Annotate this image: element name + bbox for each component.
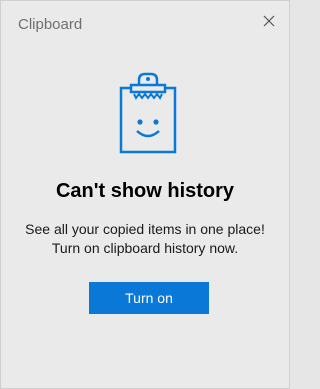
description-line-2: Turn on clipboard history now. [51,240,239,256]
clipboard-smiley-icon [118,72,178,156]
empty-state-heading: Can't show history [55,180,235,202]
close-icon[interactable] [259,11,279,31]
panel-title: Clipboard [18,16,83,33]
description-line-1: See all your copied items in one place! [25,221,265,237]
clipboard-panel: Clipboard Can't show history See all you… [0,0,290,389]
turn-on-button[interactable]: Turn on [89,282,209,314]
